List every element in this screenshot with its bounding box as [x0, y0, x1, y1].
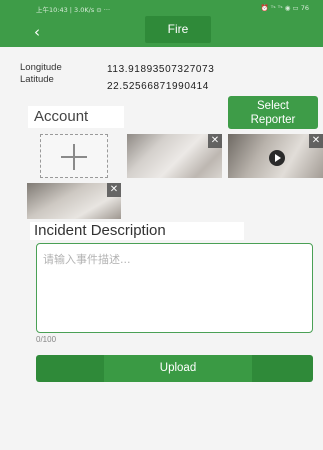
latitude-value: 22.52566871990414	[107, 81, 209, 92]
media-thumbnail[interactable]: ✕	[27, 183, 121, 219]
select-reporter-line1: Select	[257, 100, 289, 112]
close-icon[interactable]: ✕	[309, 134, 323, 148]
status-time: 上午10:43 | 3.0K/s ⊙ ···	[36, 6, 111, 14]
add-media-button[interactable]	[40, 134, 108, 178]
back-icon[interactable]: ‹	[34, 24, 40, 40]
incident-description-input[interactable]	[36, 243, 313, 333]
status-bar: 上午10:43 | 3.0K/s ⊙ ··· ⏰ ᵀˢ ᵀˢ ◉ ▭ 76	[0, 0, 323, 16]
account-label: Account	[28, 106, 124, 128]
app-header: 上午10:43 | 3.0K/s ⊙ ··· ⏰ ᵀˢ ᵀˢ ◉ ▭ 76 ‹ …	[0, 0, 323, 47]
character-counter: 0/100	[36, 335, 57, 344]
latitude-label: Latitude	[20, 74, 54, 85]
media-thumbnail[interactable]: ✕	[127, 134, 222, 178]
longitude-value: 113.91893507327073	[107, 64, 215, 75]
select-reporter-button[interactable]: Select Reporter	[228, 96, 318, 129]
longitude-label: Longitude	[20, 62, 62, 73]
incident-description-label: Incident Description	[30, 222, 244, 240]
upload-button[interactable]: Upload	[36, 355, 313, 382]
status-indicators: ⏰ ᵀˢ ᵀˢ ◉ ▭ 76	[260, 4, 309, 12]
video-thumbnail[interactable]: ✕	[228, 134, 323, 178]
report-screen: 上午10:43 | 3.0K/s ⊙ ··· ⏰ ᵀˢ ᵀˢ ◉ ▭ 76 ‹ …	[0, 0, 323, 450]
close-icon[interactable]: ✕	[208, 134, 222, 148]
close-icon[interactable]: ✕	[107, 183, 121, 197]
page-title: Fire	[145, 16, 211, 43]
play-icon[interactable]	[269, 150, 285, 166]
select-reporter-line2: Reporter	[250, 114, 296, 126]
upload-button-label: Upload	[104, 355, 252, 382]
